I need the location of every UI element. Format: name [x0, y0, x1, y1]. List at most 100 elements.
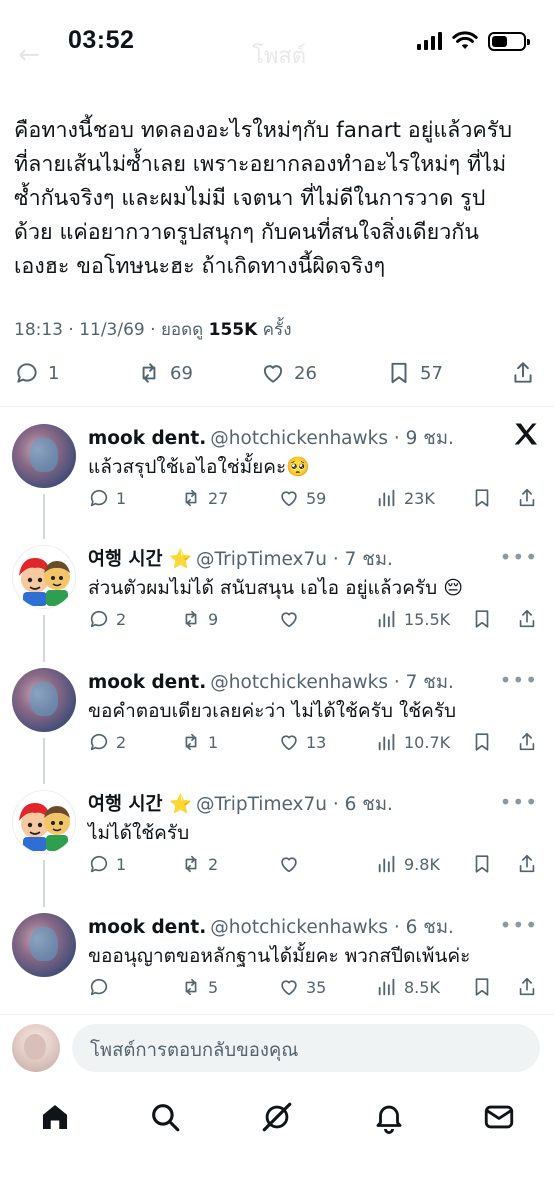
more-icon[interactable]: ••• [500, 545, 538, 569]
thread-connector [43, 494, 45, 539]
reply-header: mook dent. @hotchickenhawks · 6 ชม. [88, 913, 454, 942]
reply-button[interactable]: 2 [88, 731, 126, 753]
more-icon[interactable]: ••• [500, 913, 538, 937]
view-count: 15.5K [404, 609, 451, 629]
views-button[interactable]: 8.5K [376, 976, 440, 998]
more-icon[interactable]: ••• [500, 790, 538, 814]
tab-search[interactable] [148, 1100, 182, 1134]
repost-button[interactable]: 9 [180, 608, 218, 630]
post-line: ที่ลายเส้นไม่ซ้ำเลย เพราะอยากลองทำอะไรให… [14, 152, 507, 177]
like-button[interactable]: 13 [278, 731, 326, 753]
view-count: 8.5K [404, 977, 440, 997]
like-button[interactable] [278, 853, 306, 875]
views-icon [378, 610, 395, 628]
reply-header: mook dent. @hotchickenhawks · 9 ชม. [88, 424, 454, 453]
reply-handle[interactable]: @hotchickenhawks [210, 428, 388, 449]
bookmark-button[interactable] [471, 608, 493, 630]
tab-messages[interactable] [482, 1100, 516, 1134]
repost-button[interactable]: 2 [180, 853, 218, 875]
share-button[interactable] [516, 487, 538, 509]
reply-text: ขออนุญาตขอหลักฐานได้มั้ยคะ พวกสปีดเพ้นค่… [88, 945, 471, 967]
battery-icon [488, 31, 530, 51]
views-button[interactable]: 15.5K [376, 608, 450, 630]
views-button[interactable]: 10.7K [376, 731, 450, 753]
reply-handle[interactable]: @TripTimex7u [196, 794, 327, 815]
reply-time: · 9 ชม. [393, 428, 454, 449]
avatar[interactable] [12, 424, 76, 488]
views-button[interactable]: 23K [376, 487, 435, 509]
like-button[interactable]: 26 [260, 360, 317, 386]
reply-button[interactable]: 1 [14, 360, 59, 386]
more-icon[interactable]: ••• [500, 668, 538, 692]
thread-connector [43, 860, 45, 907]
like-button[interactable]: 59 [278, 487, 326, 509]
reply-actions: 1 2 9.8K [88, 853, 538, 881]
search-icon [152, 1104, 180, 1132]
repost-button[interactable]: 69 [136, 360, 193, 386]
bookmark-button[interactable]: 57 [386, 360, 443, 386]
back-arrow-icon[interactable]: ← [18, 40, 40, 70]
reply-button[interactable]: 1 [88, 853, 126, 875]
share-button[interactable] [516, 976, 538, 998]
reply-author-name[interactable]: mook dent. [88, 428, 206, 449]
share-button[interactable] [516, 853, 538, 875]
like-button[interactable]: 35 [278, 976, 326, 998]
post-line: คือทางนี้ชอบ ทดลองอะไรใหม่ๆกับ fanart อย… [14, 118, 512, 143]
post-actions: 1 69 26 57 [0, 360, 554, 396]
avatar[interactable] [12, 913, 76, 977]
avatar[interactable] [12, 790, 76, 854]
repost-icon [185, 489, 197, 507]
reply-header: 여행 시간 ⭐ @TripTimex7u · 6 ชม. [88, 790, 393, 819]
views-button[interactable]: 9.8K [376, 853, 440, 875]
reply-author-name[interactable]: 여행 시간 ⭐ [88, 549, 192, 570]
bookmark-button[interactable] [471, 976, 493, 998]
reply-icon [90, 610, 108, 628]
share-icon [519, 732, 535, 751]
bookmark-icon [475, 855, 489, 873]
avatar[interactable] [12, 545, 76, 609]
x-logo-icon [514, 423, 538, 445]
post-body: คือทางนี้ชอบ ทดลองอะไรใหม่ๆกับ fanart อย… [14, 114, 542, 284]
repost-button[interactable]: 1 [180, 731, 218, 753]
reply-actions: 1 27 59 23K [88, 487, 538, 515]
reply-handle[interactable]: @TripTimex7u [196, 549, 327, 570]
repost-count: 9 [208, 609, 219, 629]
thread-connector [43, 738, 45, 784]
repost-count: 2 [208, 854, 219, 874]
tab-notifications[interactable] [372, 1100, 406, 1134]
repost-icon [185, 978, 197, 996]
my-avatar[interactable] [12, 1024, 60, 1072]
reply-author-name[interactable]: 여행 시간 ⭐ [88, 794, 192, 815]
share-button[interactable] [510, 360, 536, 386]
bookmark-count: 57 [420, 362, 443, 384]
reply-handle[interactable]: @hotchickenhawks [210, 917, 388, 938]
bookmark-button[interactable] [471, 731, 493, 753]
reply-handle[interactable]: @hotchickenhawks [210, 672, 388, 693]
reply-button[interactable] [88, 976, 116, 998]
share-button[interactable] [516, 608, 538, 630]
wifi-icon [452, 31, 478, 49]
reply-actions: 2 1 13 10.7K [88, 731, 538, 759]
heart-icon [263, 365, 283, 383]
reply-icon [90, 978, 108, 996]
bookmark-button[interactable] [471, 487, 493, 509]
tab-home[interactable] [38, 1100, 72, 1134]
post-timestamp: 18:13 · 11/3/69 · ยอดดู [14, 320, 209, 340]
reply-time: · 7 ชม. [393, 672, 454, 693]
repost-button[interactable]: 27 [180, 487, 228, 509]
reply-button[interactable]: 2 [88, 608, 126, 630]
repost-button[interactable]: 5 [180, 976, 218, 998]
like-button[interactable] [278, 608, 306, 630]
tab-grok[interactable] [260, 1100, 294, 1134]
reply-count: 1 [48, 362, 60, 384]
reply-button[interactable]: 1 [88, 487, 126, 509]
reply-composer-input[interactable]: โพสต์การตอบกลับของคุณ [72, 1024, 540, 1072]
share-button[interactable] [516, 731, 538, 753]
reply-text: ไม่ได้ใช้ครับ [88, 822, 190, 844]
bookmark-button[interactable] [471, 853, 493, 875]
avatar[interactable] [12, 668, 76, 732]
repost-icon [185, 610, 197, 628]
reply-author-name[interactable]: mook dent. [88, 672, 206, 693]
reply-author-name[interactable]: mook dent. [88, 917, 206, 938]
views-icon [378, 978, 395, 996]
